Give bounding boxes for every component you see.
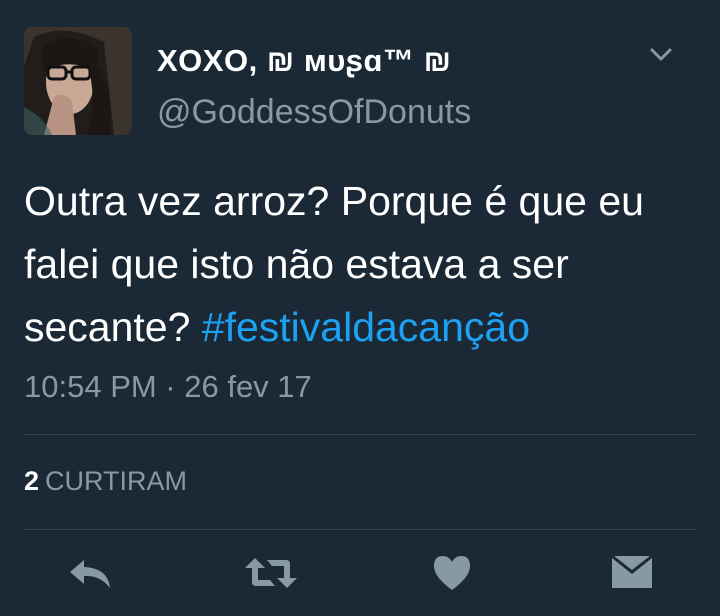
- avatar-photo: [24, 27, 132, 135]
- retweet-button[interactable]: [243, 552, 299, 594]
- likes-count: 2: [24, 466, 40, 496]
- divider: [24, 529, 696, 530]
- tweet-timestamp: 10:54 PM · 26 fev 17: [24, 369, 312, 404]
- hashtag-link[interactable]: #festivaldacanção: [202, 304, 530, 350]
- likes-label: CURTIRAM: [45, 466, 188, 496]
- tweet-text: Outra vez arroz? Porque é que eu falei q…: [24, 170, 714, 359]
- retweet-icon: [245, 558, 297, 588]
- envelope-icon: [612, 556, 652, 588]
- likes-summary[interactable]: 2 CURTIRAM: [24, 466, 187, 497]
- reply-button[interactable]: [66, 552, 114, 594]
- tweet-card: XOXO, ₪ ᴍᴜʂɑ™ ₪ @GoddessOfDonuts Outra v…: [0, 0, 720, 616]
- like-button[interactable]: [431, 552, 473, 594]
- reply-icon: [70, 560, 110, 588]
- divider: [24, 434, 696, 435]
- direct-message-button[interactable]: [610, 552, 654, 594]
- chevron-down-icon[interactable]: [648, 44, 674, 66]
- user-handle[interactable]: @GoddessOfDonuts: [157, 93, 471, 132]
- display-name[interactable]: XOXO, ₪ ᴍᴜʂɑ™ ₪: [157, 43, 451, 79]
- avatar[interactable]: [24, 27, 132, 135]
- heart-icon: [434, 556, 470, 590]
